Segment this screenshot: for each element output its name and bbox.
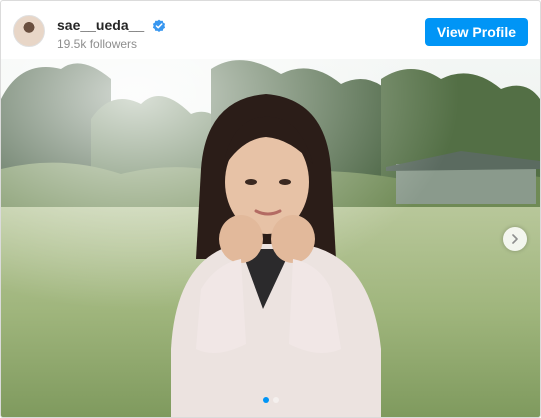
carousel-next-button[interactable] [503, 227, 527, 251]
username-row: sae__ueda__ [57, 17, 166, 36]
verified-badge-icon [152, 19, 166, 36]
embed-card: sae__ueda__ 19.5k followers View Profile [0, 0, 541, 418]
view-profile-button[interactable]: View Profile [424, 18, 528, 46]
carousel-dot-2 [272, 397, 279, 403]
post-header: sae__ueda__ 19.5k followers View Profile [1, 1, 540, 59]
post-image[interactable] [1, 59, 540, 417]
followers-count: 19.5k followers [57, 37, 138, 51]
chevron-right-icon [512, 234, 518, 244]
avatar[interactable] [13, 15, 45, 47]
username-link[interactable]: sae__ueda__ [57, 17, 144, 33]
carousel-indicator [1, 397, 540, 403]
photo-woman-lying-on-lawn [1, 59, 540, 417]
carousel-dot-1 [262, 397, 269, 403]
